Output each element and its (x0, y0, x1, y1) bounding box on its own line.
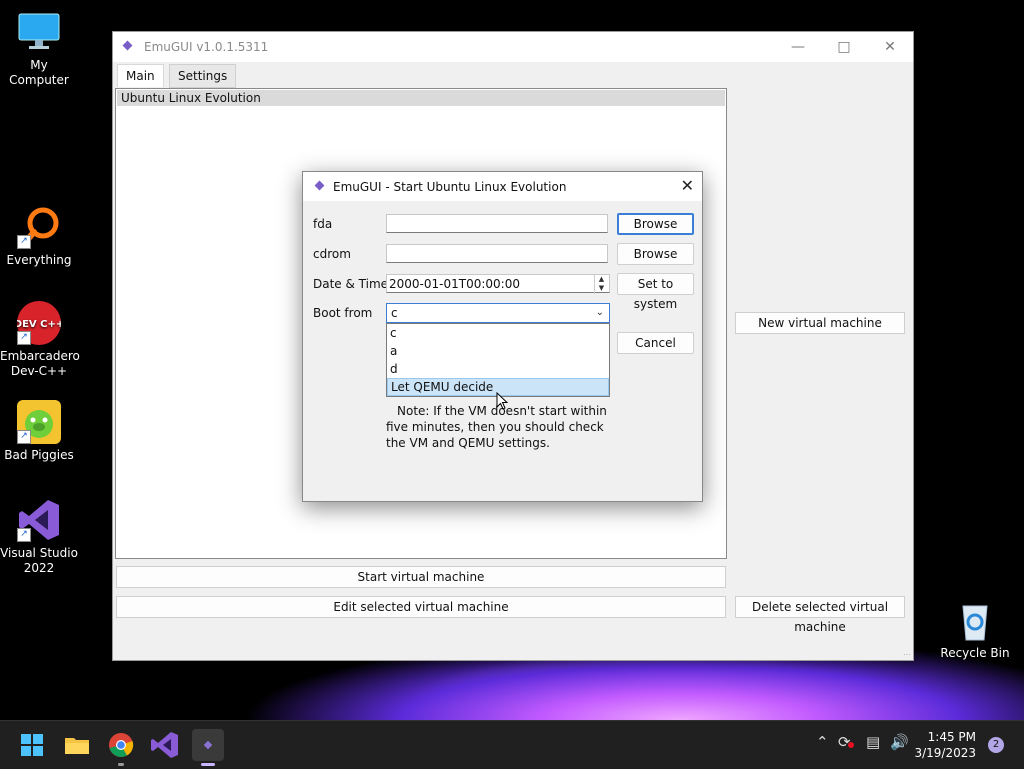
boot-from-select[interactable]: c ⌄ (386, 303, 610, 323)
datetime-spinner[interactable]: ▲ ▼ (594, 275, 608, 294)
boot-option-d[interactable]: d (387, 360, 609, 378)
dialog-title: EmuGUI - Start Ubuntu Linux Evolution (333, 180, 567, 194)
boot-from-dropdown[interactable]: c a d Let QEMU decide (386, 323, 610, 397)
shortcut-arrow-icon: ↗ (17, 430, 31, 444)
delete-vm-button[interactable]: Delete selected virtual machine (735, 596, 905, 634)
desktop-icon-label: Visual Studio 2022 (0, 546, 78, 575)
desktop-icon-label: Bad Piggies (4, 448, 74, 462)
boot-from-selected-value: c (391, 306, 398, 320)
clock[interactable]: 1:45 PM 3/19/2023 (914, 729, 976, 761)
taskbar-file-explorer[interactable] (61, 729, 93, 761)
taskbar-chrome[interactable] (105, 729, 137, 766)
taskbar-visual-studio[interactable] (149, 729, 181, 761)
desktop-icon-everything[interactable]: ↗ Everything (0, 205, 78, 268)
spin-down-icon[interactable]: ▼ (595, 284, 608, 293)
tab-settings[interactable]: Settings (169, 64, 237, 88)
visual-studio-icon (151, 732, 178, 758)
spin-up-icon[interactable]: ▲ (595, 275, 608, 284)
cdrom-label: cdrom (313, 247, 351, 261)
fda-browse-button[interactable]: Browse (617, 213, 694, 235)
set-to-system-button[interactable]: Set to system (617, 273, 694, 311)
network-icon[interactable]: ▤ (866, 733, 880, 751)
main-window-titlebar[interactable]: EmuGUI v1.0.1.5311 — □ ✕ (113, 32, 913, 62)
start-vm-button[interactable]: Start virtual machine (116, 566, 726, 588)
boot-option-a[interactable]: a (387, 342, 609, 360)
chevron-down-icon[interactable]: ⌄ (596, 304, 604, 322)
shortcut-arrow-icon: ↗ (17, 235, 31, 249)
boot-option-c[interactable]: c (387, 324, 609, 342)
desktop-icon-recycle-bin[interactable]: Recycle Bin (936, 598, 1014, 661)
chrome-icon (109, 733, 134, 757)
clock-date: 3/19/2023 (914, 746, 976, 760)
pig-icon: ↗ (17, 400, 61, 444)
taskbar: ⌃ ⟳ ▤ 🔊 1:45 PM 3/19/2023 2 (0, 720, 1024, 769)
windows-logo-icon (21, 734, 43, 756)
fda-label: fda (313, 217, 333, 231)
emugui-app-icon (122, 40, 133, 51)
cdrom-input[interactable] (386, 244, 608, 263)
taskbar-emugui[interactable] (192, 729, 224, 766)
sync-icon[interactable]: ⟳ (838, 733, 854, 751)
desktop-icon-devcpp[interactable]: DEV C++ ↗ Embarcadero Dev-C++ (0, 301, 80, 379)
start-button[interactable] (16, 729, 48, 761)
running-indicator (118, 763, 124, 766)
new-vm-button[interactable]: New virtual machine (735, 312, 905, 334)
cdrom-browse-button[interactable]: Browse (617, 243, 694, 265)
desktop-icon-label: Recycle Bin (940, 646, 1010, 660)
volume-icon[interactable]: 🔊 (890, 733, 909, 751)
mouse-cursor-icon (496, 392, 508, 410)
notification-badge[interactable]: 2 (988, 737, 1004, 753)
vm-list-item[interactable]: Ubuntu Linux Evolution (117, 90, 725, 106)
devcpp-logo-text: DEV C++ (17, 319, 61, 330)
shortcut-arrow-icon: ↗ (17, 331, 31, 345)
startup-note: Note: If the VM doesn't start within fiv… (386, 404, 607, 450)
recycle-bin-icon (953, 598, 997, 642)
emugui-app-icon (314, 180, 325, 191)
desktop-icon-label: Everything (6, 253, 72, 267)
dialog-close-icon[interactable]: ✕ (681, 176, 694, 195)
fda-input[interactable] (386, 214, 608, 233)
close-button[interactable]: ✕ (867, 32, 913, 62)
active-indicator (201, 763, 215, 766)
maximize-button[interactable]: □ (821, 32, 867, 62)
minimize-button[interactable]: — (775, 32, 821, 62)
clock-time: 1:45 PM (927, 730, 976, 744)
desktop-icon-bad-piggies[interactable]: ↗ Bad Piggies (0, 400, 78, 463)
edit-vm-button[interactable]: Edit selected virtual machine (116, 596, 726, 618)
devcpp-icon: DEV C++ ↗ (14, 301, 64, 345)
datetime-input[interactable]: 2000-01-01T00:00:00 (386, 274, 610, 293)
main-window-title: EmuGUI v1.0.1.5311 (144, 40, 269, 54)
visual-studio-icon: ↗ (17, 498, 61, 542)
shortcut-arrow-icon: ↗ (17, 528, 31, 542)
desktop-icon-visual-studio[interactable]: ↗ Visual Studio 2022 (0, 498, 78, 576)
dialog-titlebar[interactable]: EmuGUI - Start Ubuntu Linux Evolution ✕ (303, 172, 702, 201)
tab-main[interactable]: Main (117, 64, 164, 87)
start-vm-dialog[interactable]: EmuGUI - Start Ubuntu Linux Evolution ✕ … (302, 171, 703, 502)
magnifier-icon: ↗ (17, 205, 61, 249)
monitor-icon (17, 10, 61, 54)
datetime-label: Date & Time (313, 277, 389, 291)
boot-from-label: Boot from (313, 306, 373, 320)
desktop-icon-label: Embarcadero Dev-C++ (0, 349, 80, 378)
emugui-app-icon (203, 740, 213, 750)
desktop-icon-my-computer[interactable]: My Computer (0, 10, 78, 88)
show-hidden-icons-chevron-icon[interactable]: ⌃ (816, 733, 829, 751)
resize-grip-icon[interactable]: ⋯ (903, 650, 911, 659)
folder-icon (65, 738, 89, 754)
desktop-icon-label: My Computer (9, 58, 69, 87)
cancel-button[interactable]: Cancel (617, 332, 694, 354)
